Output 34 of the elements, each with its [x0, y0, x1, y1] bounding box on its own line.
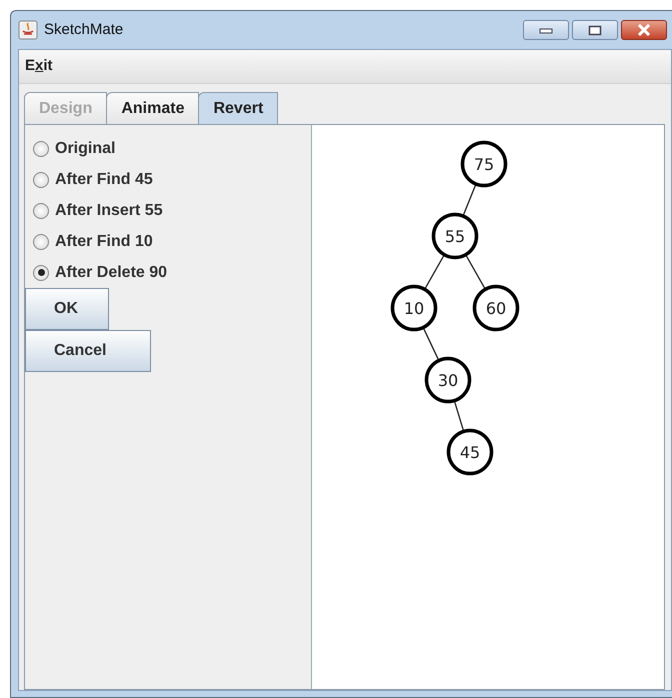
- tree-node: 75: [460, 140, 508, 188]
- minimize-button[interactable]: [523, 20, 569, 40]
- radio-button[interactable]: [33, 172, 49, 188]
- tree-node: 30: [424, 356, 472, 404]
- close-button[interactable]: [621, 20, 667, 40]
- maximize-button[interactable]: [572, 20, 618, 40]
- edge-line: [424, 256, 444, 288]
- tab[interactable]: Revert: [198, 92, 278, 124]
- radio-label[interactable]: After Delete 90: [55, 260, 168, 284]
- radio-label[interactable]: Original: [55, 136, 116, 160]
- radio-button[interactable]: [33, 202, 49, 218]
- radio-label[interactable]: After Find 45: [55, 168, 153, 192]
- close-icon: [637, 24, 651, 36]
- radio-button[interactable]: [33, 140, 49, 156]
- cancel-button[interactable]: Cancel: [25, 330, 151, 372]
- window-title: SketchMate: [44, 20, 124, 40]
- radio-button[interactable]: [33, 264, 49, 280]
- app-icon: [18, 20, 38, 40]
- edge-line: [463, 185, 476, 215]
- ok-button[interactable]: OK: [25, 288, 109, 330]
- radio-button[interactable]: [33, 234, 49, 250]
- minimize-icon: [539, 26, 553, 34]
- tree-node: 60: [472, 284, 520, 332]
- tree-node: 10: [390, 284, 438, 332]
- tab[interactable]: Animate: [106, 92, 200, 124]
- edge-line: [454, 402, 464, 430]
- radio-label[interactable]: After Insert 55: [55, 198, 163, 222]
- maximize-icon: [588, 24, 602, 36]
- menu-item[interactable]: Exit: [25, 55, 53, 78]
- edge-line: [423, 328, 439, 360]
- tree-node: 55: [432, 212, 478, 260]
- edge-line: [466, 256, 486, 288]
- tree-node: 45: [446, 428, 494, 476]
- radio-label[interactable]: After Find 10: [55, 230, 153, 254]
